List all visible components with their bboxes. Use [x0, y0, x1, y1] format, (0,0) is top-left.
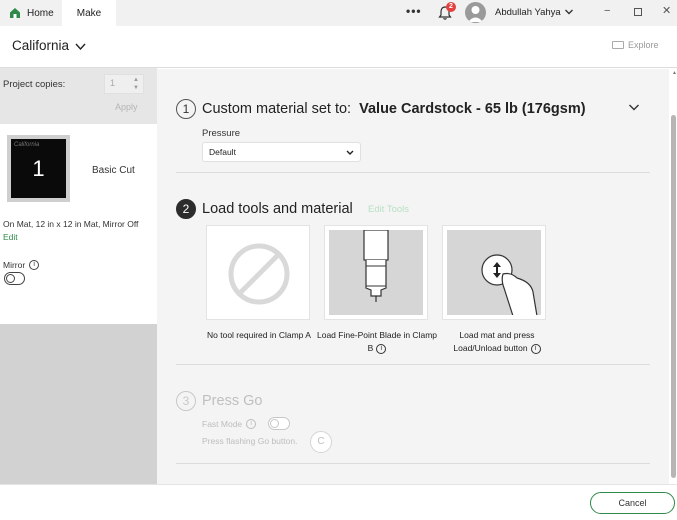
step-2-title: Load tools and material [202, 201, 353, 217]
explore-icon [612, 41, 624, 49]
copies-panel: Project copies: 1 ▲ ▼ Apply [0, 68, 157, 124]
tool-card-load-mat [442, 225, 546, 320]
divider [176, 172, 650, 173]
tool-card-clamp-a [206, 225, 310, 320]
tool-caption: Load Fine-Point Blade in Clamp Bi [315, 329, 439, 355]
title-bar: Home Make ••• 2 Abdullah Yahya − ✕ [0, 0, 677, 26]
toggle-knob [270, 419, 279, 428]
tool-card-clamp-b [324, 225, 428, 320]
edit-tools-link[interactable]: Edit Tools [368, 204, 409, 215]
mat-list: California 1 Basic Cut On Mat, 12 in x 1… [0, 124, 157, 324]
info-icon[interactable]: i [530, 343, 541, 354]
fast-mode-toggle[interactable] [268, 417, 290, 430]
explore-label: Explore [628, 40, 659, 50]
cancel-button[interactable]: Cancel [590, 492, 675, 514]
tool-caption: Load mat and press Load/Unload button i [435, 329, 559, 355]
header-bar: California Explore [0, 26, 677, 68]
chevron-down-icon [346, 150, 354, 155]
window-maximize-button[interactable] [634, 8, 642, 16]
footer [0, 484, 677, 520]
mat-preview: California 1 [11, 139, 66, 198]
tab-make[interactable]: Make [62, 0, 116, 26]
chevron-down-icon[interactable] [628, 103, 640, 112]
chevron-down-icon[interactable] [564, 7, 574, 17]
mat-design-text: California [14, 142, 40, 148]
left-panel-empty [0, 324, 157, 484]
info-icon[interactable]: i [246, 419, 257, 429]
more-options-button[interactable]: ••• [406, 4, 422, 18]
fine-point-blade-icon [363, 230, 389, 302]
home-icon [10, 8, 20, 18]
apply-button[interactable]: Apply [115, 102, 138, 112]
copies-value: 1 [110, 78, 116, 88]
user-avatar-icon [468, 6, 483, 22]
step-3-number: 3 [176, 391, 196, 411]
window-minimize-button[interactable]: − [604, 5, 610, 17]
pressure-label: Pressure [202, 128, 241, 139]
cut-type-label: Basic Cut [92, 165, 135, 176]
no-tool-icon [228, 243, 290, 305]
scrollbar-thumb[interactable] [671, 115, 676, 478]
info-icon[interactable]: i [376, 343, 387, 354]
step-1-number: 1 [176, 99, 196, 119]
avatar[interactable] [465, 2, 486, 23]
fast-mode-row: Fast Mode i [202, 419, 257, 429]
tool-image [447, 230, 541, 315]
tool-caption: No tool required in Clamp A [197, 329, 321, 342]
edit-mat-link[interactable]: Edit [3, 232, 18, 242]
machine-selector[interactable]: California [12, 38, 69, 53]
divider [176, 364, 650, 365]
material-name: Value Cardstock - 65 lb (176gsm) [359, 101, 586, 117]
step-1-title: Custom material set to: Value Cardstock … [202, 101, 586, 117]
notification-badge: 2 [446, 2, 456, 12]
go-button-icon: C [310, 431, 332, 453]
mirror-label: Mirror [3, 260, 26, 270]
mirror-toggle[interactable] [4, 272, 25, 285]
fast-mode-label: Fast Mode [202, 419, 243, 429]
tab-home[interactable]: Home [0, 0, 62, 26]
step-3-title: Press Go [202, 393, 263, 409]
mat-number: 1 [32, 156, 45, 181]
step-2-number: 2 [176, 199, 196, 219]
pressure-value: Default [209, 147, 236, 157]
load-unload-button-icon [481, 254, 538, 315]
copies-label: Project copies: [3, 79, 66, 90]
scroll-up-icon[interactable]: ▲ [672, 70, 677, 76]
tool-caption-text: No tool required in Clamp A [207, 330, 311, 340]
tool-image [329, 230, 423, 315]
tab-make-label: Make [76, 7, 102, 19]
info-icon[interactable]: i [29, 260, 40, 270]
mat-info: On Mat, 12 in x 12 in Mat, Mirror Off [3, 219, 139, 229]
explore-button[interactable]: Explore [612, 40, 659, 50]
window-close-button[interactable]: ✕ [662, 4, 671, 17]
spinner-arrows-icon[interactable]: ▲ ▼ [131, 76, 141, 92]
user-name[interactable]: Abdullah Yahya [495, 7, 561, 18]
copies-stepper[interactable]: 1 ▲ ▼ [104, 74, 144, 94]
chevron-down-icon[interactable] [75, 42, 86, 51]
tool-caption-text: Load mat and press Load/Unload button [453, 330, 535, 353]
press-go-instruction: Press flashing Go button. [202, 436, 298, 446]
divider [176, 463, 650, 464]
tab-home-label: Home [27, 7, 54, 19]
pressure-select[interactable]: Default [202, 142, 361, 162]
mirror-label-row: Mirror i [3, 260, 40, 270]
step-1-title-prefix: Custom material set to: [202, 101, 352, 117]
toggle-knob [6, 274, 15, 283]
mat-thumbnail[interactable]: California 1 [7, 135, 70, 202]
tool-image [211, 230, 305, 315]
